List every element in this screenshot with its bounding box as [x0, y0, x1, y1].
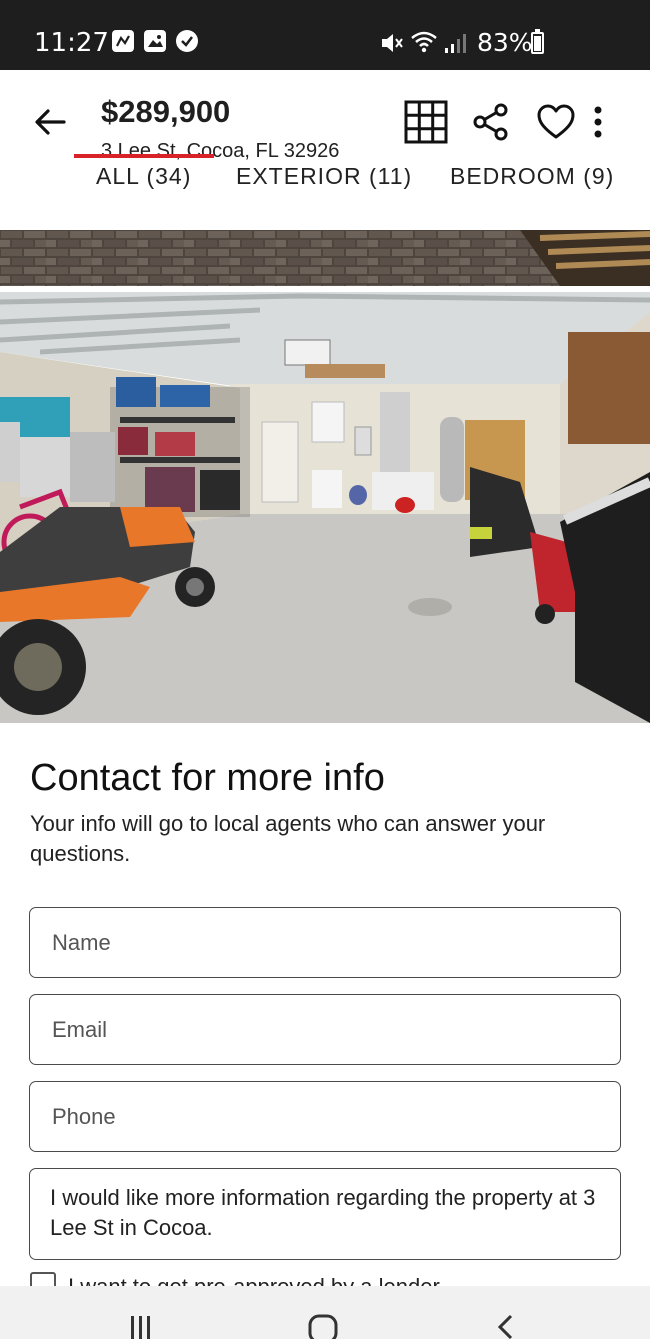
phone-input[interactable] [30, 1082, 620, 1151]
more-vertical-icon [594, 106, 602, 138]
name-input[interactable] [30, 908, 620, 977]
mute-icon [379, 31, 405, 60]
contact-title: Contact for more info [30, 757, 385, 799]
preapproval-row[interactable]: I want to get pre-approved by a lender [30, 1272, 630, 1286]
photo-category-tabs: ALL (34) EXTERIOR (11) BEDROOM (9) [0, 168, 650, 230]
app-notification-icon [112, 30, 134, 52]
heart-icon [537, 104, 575, 139]
tab-exterior[interactable]: EXTERIOR (11) [236, 168, 412, 196]
battery-percent: 83% [477, 28, 533, 57]
email-input[interactable] [30, 995, 620, 1064]
listing-photo-garage[interactable] [0, 292, 650, 723]
preapproval-label: I want to get pre-approved by a lender [68, 1273, 440, 1286]
signal-icon [444, 32, 468, 59]
listing-photo-pavers[interactable] [0, 230, 650, 286]
grid-icon [404, 100, 448, 144]
active-tab-indicator [74, 154, 214, 158]
message-field-container: I would like more information regarding … [29, 1168, 621, 1260]
battery-icon [531, 29, 544, 54]
tab-bedroom[interactable]: BEDROOM (9) [450, 168, 614, 196]
favorite-button[interactable] [532, 98, 580, 146]
system-nav-bar [0, 1286, 650, 1339]
status-time: 11:27 [34, 28, 109, 58]
recent-apps-button[interactable] [120, 1312, 160, 1339]
wifi-icon [410, 30, 438, 59]
preapproval-checkbox[interactable] [30, 1272, 56, 1286]
notification-icons [112, 30, 198, 52]
back-button[interactable] [28, 100, 72, 144]
listing-address: 3 Lee St, Cocoa, FL 32926 [101, 140, 340, 162]
photo-grid-button[interactable] [402, 98, 450, 146]
status-bar: 11:27 83% [0, 0, 650, 70]
system-back-button[interactable] [486, 1312, 526, 1339]
home-icon [308, 1314, 338, 1339]
gallery-icon [144, 30, 166, 52]
listing-header: $289,900 3 Lee St, Cocoa, FL 32926 ALL (… [0, 70, 650, 230]
phone-field-container [29, 1081, 621, 1152]
back-arrow-icon [35, 109, 66, 135]
more-options-button[interactable] [576, 98, 620, 146]
email-field-container [29, 994, 621, 1065]
contact-subtitle: Your info will go to local agents who ca… [30, 811, 546, 866]
listing-price: $289,900 [101, 94, 231, 129]
message-textarea[interactable]: I would like more information regarding … [30, 1169, 620, 1259]
check-circle-icon [176, 30, 198, 52]
share-icon [473, 103, 508, 141]
home-button[interactable] [303, 1312, 343, 1339]
name-field-container [29, 907, 621, 978]
recent-apps-icon [131, 1316, 150, 1339]
share-button[interactable] [467, 98, 515, 146]
chevron-left-icon [497, 1314, 513, 1339]
tab-all[interactable]: ALL (34) [96, 168, 191, 196]
